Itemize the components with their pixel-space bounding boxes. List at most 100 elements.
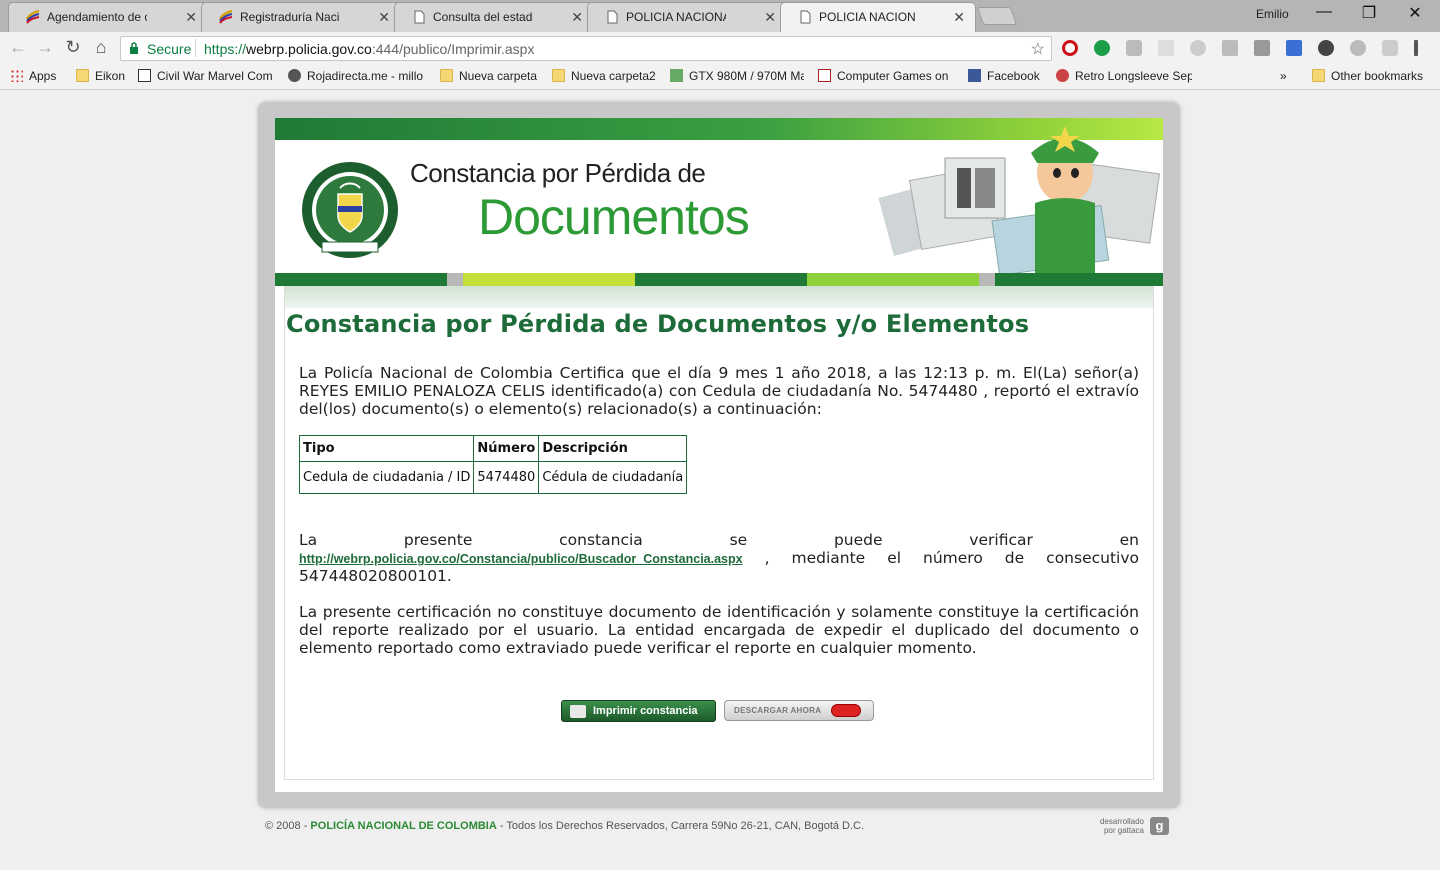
url-text[interactable]: https://webrp.policia.gov.co:444/publico… xyxy=(204,41,534,57)
printer-icon xyxy=(570,705,586,718)
colombia-flag-icon xyxy=(26,10,40,24)
bookmarks-overflow[interactable]: » xyxy=(1280,69,1287,83)
cube-extension-icon[interactable] xyxy=(1382,40,1398,56)
verify-line-2: http://webrp.policia.gov.co/Constancia/p… xyxy=(299,549,1139,568)
new-tab-button[interactable] xyxy=(976,7,1018,25)
soccer-icon xyxy=(288,69,301,82)
documents-table: Tipo Número Descripción Cedula de ciudad… xyxy=(298,435,688,494)
gpu-icon xyxy=(670,69,683,82)
bookmark-retro[interactable]: Retro Longsleeve Sep xyxy=(1056,69,1192,83)
tab-registraduria[interactable]: Registraduría Nacional d ✕ xyxy=(201,2,401,32)
code-extension-icon[interactable] xyxy=(1254,40,1270,56)
banner-bottom-stripe xyxy=(275,273,1163,286)
bookmark-computer-games[interactable]: Computer Games on xyxy=(818,69,954,83)
police-officer-illustration xyxy=(878,126,1161,273)
apps-grid-icon xyxy=(10,69,23,82)
lock-icon xyxy=(130,42,138,54)
cell-descripcion: Cédula de ciudadanía xyxy=(538,461,688,494)
download-badge-icon xyxy=(831,704,861,717)
w-extension-icon[interactable] xyxy=(1318,40,1334,56)
forward-icon[interactable]: → xyxy=(34,37,56,58)
bookmark-facebook[interactable]: Facebook xyxy=(968,69,1040,83)
cell-numero: 5474480 xyxy=(473,461,540,494)
tab-title: Registraduría Nacional d xyxy=(240,10,340,24)
table-header-row: Tipo Número Descripción xyxy=(298,435,688,462)
tab-title: Consulta del estado de sı xyxy=(433,10,533,24)
verify-suffix: , mediante el número de consecutivo xyxy=(742,549,1139,567)
tab-consulta[interactable]: Consulta del estado de sı ✕ xyxy=(394,2,594,32)
bookmark-rojadirecta[interactable]: Rojadirecta.me - millo xyxy=(288,69,425,83)
folder-icon xyxy=(76,69,89,82)
tab-policia-active[interactable]: POLICIA NACIONAL - Co ✕ xyxy=(780,2,976,32)
tool-extension-icon[interactable] xyxy=(1222,40,1238,56)
bookmark-nueva-carpeta2[interactable]: Nueva carpeta2 xyxy=(552,69,656,83)
facebook-icon xyxy=(968,69,981,82)
folder-icon xyxy=(552,69,565,82)
bookmark-gtx[interactable]: GTX 980M / 970M Ma xyxy=(670,69,804,83)
close-window-icon[interactable]: ✕ xyxy=(1400,3,1430,23)
download-button-label: DESCARGAR AHORA xyxy=(734,706,822,715)
blue-extension-icon[interactable] xyxy=(1286,40,1302,56)
gattaca-logo-icon[interactable]: g xyxy=(1150,817,1169,835)
opera-icon[interactable] xyxy=(1062,40,1078,56)
b-site-icon xyxy=(138,69,151,82)
minimize-icon[interactable]: — xyxy=(1309,3,1339,21)
download-button[interactable]: DESCARGAR AHORA xyxy=(724,700,874,721)
bookmark-nueva-carpeta[interactable]: Nueva carpeta xyxy=(440,69,537,83)
secure-label: Secure xyxy=(147,41,192,57)
verify-line-1: La presente constancia se puede verifica… xyxy=(299,531,1139,549)
page-icon xyxy=(414,10,425,24)
page-icon xyxy=(800,10,811,24)
developer-credit: desarrollado por gattaca xyxy=(1099,817,1144,835)
tab-strip: Agendamiento de citas - ✕ Registraduría … xyxy=(0,0,1440,32)
home-icon[interactable]: ⌂ xyxy=(90,37,112,58)
column-header-descripcion: Descripción xyxy=(538,435,688,462)
gear-extension-icon[interactable] xyxy=(1350,40,1366,56)
banner-title-big: Documentos xyxy=(478,189,750,245)
close-icon[interactable]: ✕ xyxy=(378,9,390,26)
column-header-tipo: Tipo xyxy=(298,435,475,462)
bookmark-civil-war[interactable]: Civil War Marvel Com xyxy=(138,69,274,83)
print-button-label: Imprimir constancia xyxy=(593,705,698,717)
retro-icon xyxy=(1056,69,1069,82)
bookmark-apps[interactable]: Apps xyxy=(10,69,56,83)
consecutive-number: 547448020800101. xyxy=(299,567,452,585)
close-icon[interactable]: ✕ xyxy=(185,9,197,26)
content-header-strip xyxy=(285,286,1153,308)
address-bar[interactable]: Secure https://webrp.policia.gov.co:444/… xyxy=(120,36,1052,61)
bookmark-other[interactable]: Other bookmarks xyxy=(1312,69,1423,83)
column-header-numero: Número xyxy=(473,435,540,462)
tab-title: Agendamiento de citas - xyxy=(47,10,147,24)
colombia-flag-icon xyxy=(219,10,233,24)
window-extension-icon[interactable] xyxy=(1158,40,1174,56)
police-seal-icon xyxy=(302,162,398,258)
disclaimer: La presente certificación no constituye … xyxy=(299,603,1139,657)
folder-icon xyxy=(440,69,453,82)
chat-extension-icon[interactable] xyxy=(1126,40,1142,56)
table-row: Cedula de ciudadania / ID 5474480 Cédula… xyxy=(298,461,688,494)
close-icon[interactable]: ✕ xyxy=(571,9,583,26)
cell-tipo: Cedula de ciudadania / ID xyxy=(298,461,475,494)
browser-toolbar: ← → ↻ ⌂ Secure https://webrp.policia.gov… xyxy=(0,32,1440,64)
restore-icon[interactable]: ❐ xyxy=(1354,3,1384,23)
tab-title: POLICIA NACIONAL - Co xyxy=(819,10,915,24)
menu-icon[interactable] xyxy=(1414,40,1418,56)
tab-policia-1[interactable]: POLICIA NACIONAL - Co ✕ xyxy=(587,2,787,32)
close-icon[interactable]: ✕ xyxy=(953,9,965,26)
folder-icon xyxy=(1312,69,1325,82)
url-separator xyxy=(195,39,196,57)
green-extension-icon[interactable] xyxy=(1094,40,1110,56)
bookmark-eikon[interactable]: Eikon xyxy=(76,69,125,83)
page-icon xyxy=(607,10,618,24)
profile-name[interactable]: Emilio xyxy=(1256,7,1289,21)
reload-icon[interactable]: ↻ xyxy=(62,37,84,58)
close-icon[interactable]: ✕ xyxy=(764,9,776,26)
sync-extension-icon[interactable] xyxy=(1190,40,1206,56)
tab-agendamiento[interactable]: Agendamiento de citas - ✕ xyxy=(8,2,208,32)
verify-link[interactable]: http://webrp.policia.gov.co/Constancia/p… xyxy=(299,552,743,566)
back-icon[interactable]: ← xyxy=(7,37,29,58)
header-banner: Constancia por Pérdida de Documentos xyxy=(275,118,1163,286)
bookmarks-bar: Apps Eikon Civil War Marvel Com Rojadire… xyxy=(0,64,1440,90)
print-button[interactable]: Imprimir constancia xyxy=(561,700,716,722)
bookmark-star-icon[interactable]: ☆ xyxy=(1031,39,1045,59)
